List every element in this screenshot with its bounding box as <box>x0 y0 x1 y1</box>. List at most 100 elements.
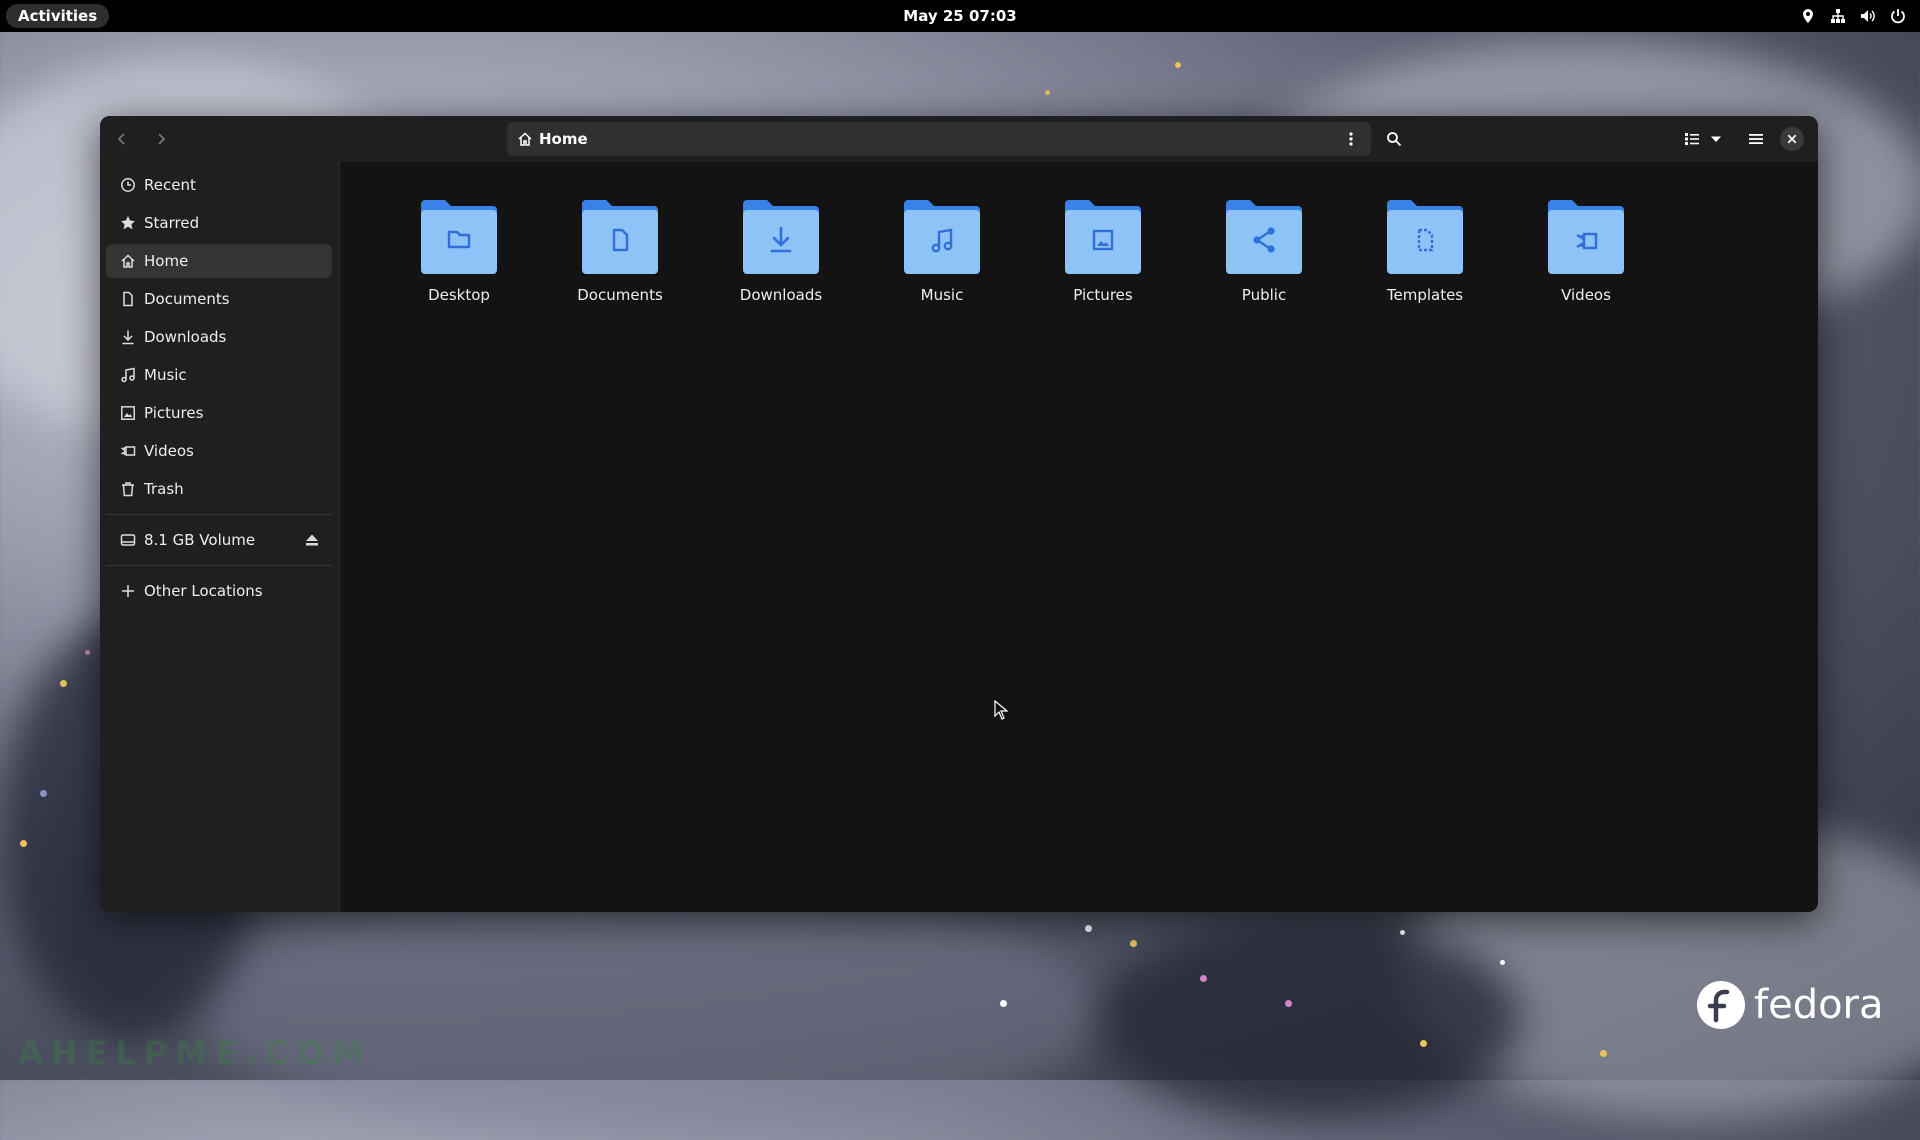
path-label: Home <box>539 130 588 148</box>
mouse-pointer-icon <box>994 700 1008 720</box>
sidebar-item-label: Starred <box>144 214 200 232</box>
sidebar-item-label: Videos <box>144 442 194 460</box>
wallpaper-cloud <box>1100 920 1520 1120</box>
sidebar-item-label: Recent <box>144 176 196 194</box>
sidebar-item-videos[interactable]: Videos <box>106 434 332 468</box>
folder-label: Music <box>920 286 964 304</box>
sidebar-item-label: Home <box>144 252 189 270</box>
main-menu-icon <box>1749 134 1763 144</box>
forward-button[interactable] <box>145 123 177 155</box>
picture-icon <box>121 406 135 420</box>
sidebar-item-home[interactable]: Home <box>106 244 332 278</box>
sidebar-item-label: Downloads <box>144 328 227 346</box>
sidebar-item-trash[interactable]: Trash <box>106 472 332 506</box>
folder-desktop-icon <box>421 200 497 274</box>
wallpaper-star <box>40 790 47 797</box>
location-icon <box>1803 9 1813 23</box>
star-icon <box>121 216 135 230</box>
trash-icon <box>122 482 134 497</box>
folder-label: Public <box>1241 286 1287 304</box>
sidebar-item-label: Other Locations <box>144 582 263 600</box>
sidebar-item-music[interactable]: Music <box>106 358 332 392</box>
sidebar-item-volume[interactable]: 8.1 GB Volume <box>106 523 332 557</box>
path-bar[interactable]: Home <box>507 122 1371 156</box>
document-icon <box>123 291 133 307</box>
system-tray[interactable] <box>1800 0 1906 32</box>
fedora-wordmark: fedora <box>1754 982 1884 1028</box>
search-icon <box>1387 132 1402 147</box>
path-home-button[interactable]: Home <box>517 122 588 156</box>
power-icon <box>1891 9 1905 24</box>
forward-icon <box>158 133 166 145</box>
folder-desktop[interactable]: Desktop <box>395 196 523 306</box>
files-window: Home Recent Starred Home Documents Downl… <box>100 116 1818 912</box>
sidebar-divider <box>106 514 332 515</box>
back-button[interactable] <box>106 123 138 155</box>
folder-public[interactable]: Public <box>1200 196 1328 306</box>
folder-downloads-icon <box>743 200 819 274</box>
video-icon <box>121 446 136 456</box>
folder-documents[interactable]: Documents <box>556 196 684 306</box>
home-icon <box>518 132 532 146</box>
close-icon <box>1787 134 1797 144</box>
file-view[interactable]: Desktop Documents Downloads Music Pictur… <box>340 162 1818 912</box>
view-options-icon <box>1711 136 1721 142</box>
sidebar-item-label: Music <box>144 366 187 384</box>
sidebar-item-downloads[interactable]: Downloads <box>106 320 332 354</box>
wallpaper-star <box>1400 930 1405 935</box>
path-menu-button[interactable] <box>1335 123 1367 155</box>
wallpaper-star <box>1285 1000 1292 1007</box>
folder-music[interactable]: Music <box>878 196 1006 306</box>
wallpaper-star <box>20 840 27 847</box>
eject-icon[interactable] <box>304 532 320 548</box>
music-icon <box>121 367 135 383</box>
folder-pictures[interactable]: Pictures <box>1039 196 1167 306</box>
path-menu-icon <box>1349 132 1353 146</box>
sidebar-divider <box>106 565 332 566</box>
close-button[interactable] <box>1780 127 1804 151</box>
sidebar-item-label: Trash <box>144 480 184 498</box>
header-bar: Home <box>100 116 1818 162</box>
drive-icon <box>120 534 136 546</box>
folder-documents-icon <box>582 200 658 274</box>
plus-icon <box>122 585 134 597</box>
view-options-button[interactable] <box>1704 123 1728 155</box>
folder-videos[interactable]: Videos <box>1522 196 1650 306</box>
wallpaper-star <box>85 650 90 655</box>
main-menu-button[interactable] <box>1740 123 1772 155</box>
sidebar-item-documents[interactable]: Documents <box>106 282 332 316</box>
clock-button[interactable]: May 25 07:03 <box>903 7 1016 25</box>
sidebar-item-recent[interactable]: Recent <box>106 168 332 202</box>
wallpaper-star <box>1130 940 1137 947</box>
clock-icon <box>121 178 135 192</box>
folder-label: Pictures <box>1073 286 1133 304</box>
folder-label: Templates <box>1386 286 1464 304</box>
folder-label: Downloads <box>739 286 823 304</box>
sidebar-item-starred[interactable]: Starred <box>106 206 332 240</box>
folder-pictures-icon <box>1065 200 1141 274</box>
folder-label: Documents <box>577 286 663 304</box>
wallpaper-star <box>1600 1050 1607 1057</box>
volume-icon <box>1861 10 1875 22</box>
folder-public-icon <box>1226 200 1302 274</box>
watermark: AHELPME.COM <box>18 1034 372 1072</box>
wallpaper-star <box>1500 960 1505 965</box>
folder-label: Desktop <box>428 286 490 304</box>
wallpaper-star <box>1200 975 1207 982</box>
sidebar: Recent Starred Home Documents Downloads … <box>100 162 340 912</box>
wallpaper-star <box>1045 90 1050 95</box>
wallpaper-star <box>1420 1040 1427 1047</box>
sidebar-item-label: Documents <box>144 290 230 308</box>
fedora-logo-icon <box>1697 981 1745 1029</box>
sidebar-item-pictures[interactable]: Pictures <box>106 396 332 430</box>
wallpaper-star <box>60 680 67 687</box>
activities-button[interactable]: Activities <box>6 4 110 28</box>
folder-downloads[interactable]: Downloads <box>717 196 845 306</box>
folder-templates-icon <box>1387 200 1463 274</box>
top-bar: Activities May 25 07:03 <box>0 0 1920 32</box>
sidebar-item-label: 8.1 GB Volume <box>144 531 256 549</box>
search-button[interactable] <box>1378 123 1410 155</box>
wallpaper-star <box>1085 925 1092 932</box>
folder-templates[interactable]: Templates <box>1361 196 1489 306</box>
sidebar-item-other-locations[interactable]: Other Locations <box>106 574 332 608</box>
